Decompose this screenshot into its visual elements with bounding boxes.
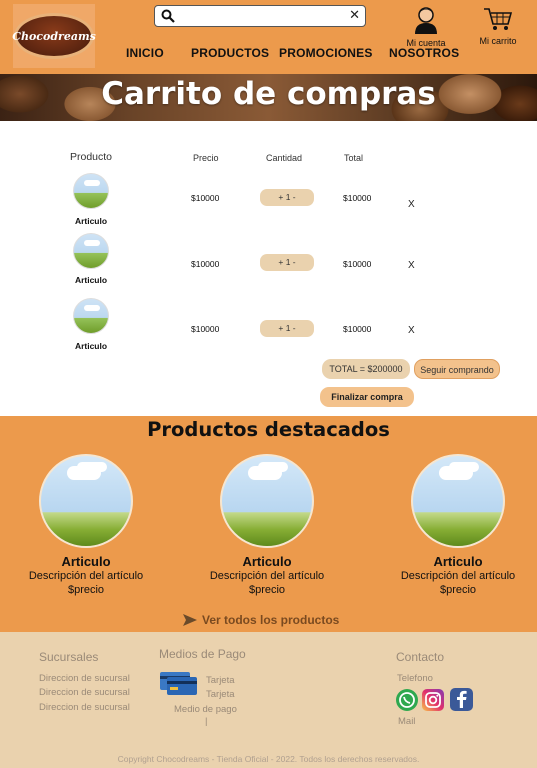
cart-button[interactable]: Mi carrito	[476, 6, 520, 46]
see-all-products-link[interactable]: Ver todos los productos	[182, 613, 339, 627]
branch-address[interactable]: Direccion de sucursal	[39, 673, 130, 684]
product-image	[411, 454, 505, 548]
product-card[interactable]: Articulo Descripción del artículo $preci…	[388, 454, 528, 596]
product-card[interactable]: Articulo Descripción del artículo $preci…	[197, 454, 337, 596]
product-description: Descripción del artículo	[400, 570, 516, 582]
cart-label: Mi carrito	[479, 36, 517, 46]
contact-mail[interactable]: Mail	[398, 716, 415, 727]
account-button[interactable]: Mi cuenta	[404, 6, 448, 48]
product-image	[220, 454, 314, 548]
remove-item-button[interactable]: X	[408, 199, 415, 210]
product-price: $precio	[248, 584, 286, 596]
continue-shopping-button[interactable]: Seguir comprando	[414, 359, 500, 379]
row-price: $10000	[191, 259, 220, 269]
nav-promociones[interactable]: PROMOCIONES	[279, 46, 373, 60]
quantity-stepper[interactable]: + 1 -	[260, 254, 314, 271]
header-quantity: Cantidad	[266, 153, 303, 163]
nav-nosotros[interactable]: NOSOTROS	[389, 46, 459, 60]
product-image	[73, 173, 109, 209]
featured-products: Productos destacados Articulo Descripció…	[0, 416, 537, 632]
product-name: Articulo	[433, 554, 483, 569]
search-bar: ✕	[154, 5, 366, 27]
payment-method: |	[205, 716, 208, 727]
row-total: $10000	[343, 193, 372, 203]
brand-logo[interactable]: Chocodreams	[12, 4, 96, 68]
quantity-stepper[interactable]: + 1 -	[260, 189, 314, 206]
arrow-right-icon	[183, 614, 197, 626]
branches-title: Sucursales	[39, 650, 99, 664]
contact-phone[interactable]: Telefono	[397, 673, 433, 684]
checkout-button[interactable]: Finalizar compra	[320, 387, 414, 407]
see-all-label: Ver todos los productos	[202, 613, 340, 627]
contact-title: Contacto	[396, 650, 445, 664]
copyright-text: Copyright Chocodreams - Tienda Oficial -…	[117, 754, 420, 764]
whatsapp-icon[interactable]	[396, 689, 418, 711]
shopping-cart-icon	[484, 8, 513, 30]
row-total: $10000	[343, 324, 372, 334]
cart-total: TOTAL = $200000	[322, 359, 410, 379]
cart-table: Producto Precio Cantidad Total Articulo …	[0, 121, 537, 416]
product-card[interactable]: Articulo Descripción del artículo $preci…	[16, 454, 156, 596]
branch-address[interactable]: Direccion de sucursal	[39, 687, 130, 698]
product-name: Articulo	[74, 341, 108, 351]
payment-method: Medio de pago	[174, 704, 237, 715]
logo-badge: Chocodreams	[12, 13, 96, 59]
header-price: Precio	[193, 153, 219, 163]
product-name: Articulo	[74, 216, 108, 226]
facebook-icon[interactable]	[450, 688, 473, 711]
product-name: Articulo	[242, 554, 292, 569]
search-icon[interactable]	[161, 9, 175, 23]
nav-productos[interactable]: PRODUCTOS	[191, 46, 269, 60]
payment-title: Medios de Pago	[159, 647, 246, 661]
nav-inicio[interactable]: INICIO	[126, 46, 164, 60]
header-product: Producto	[70, 151, 113, 163]
featured-title: Productos destacados	[147, 418, 390, 441]
credit-card-icon	[160, 672, 197, 695]
product-image	[73, 298, 109, 334]
clear-search-icon[interactable]: ✕	[349, 8, 360, 23]
product-image	[73, 233, 109, 269]
payment-method: Tarjeta	[206, 675, 235, 686]
logo-text: Chocodreams	[12, 29, 96, 43]
page-banner: Carrito de compras	[0, 74, 537, 121]
header-total: Total	[344, 153, 364, 163]
row-price: $10000	[191, 193, 220, 203]
branch-address[interactable]: Direccion de sucursal	[39, 702, 130, 713]
product-description: Descripción del artículo	[28, 570, 144, 582]
account-label: Mi cuenta	[406, 38, 446, 48]
site-header: Chocodreams ✕ INICIO PRODUCTOS PROMOCION…	[0, 0, 537, 74]
page-title: Carrito de compras	[101, 76, 436, 112]
product-name: Articulo	[61, 554, 111, 569]
payment-method: Tarjeta	[206, 689, 235, 700]
row-price: $10000	[191, 324, 220, 334]
product-price: $precio	[439, 584, 477, 596]
remove-item-button[interactable]: X	[408, 260, 415, 271]
product-price: $precio	[67, 584, 105, 596]
product-image	[39, 454, 133, 548]
site-footer: Sucursales Direccion de sucursal Direcci…	[0, 632, 537, 768]
row-total: $10000	[343, 259, 372, 269]
user-icon	[415, 7, 437, 34]
instagram-icon[interactable]	[422, 689, 444, 711]
product-name: Articulo	[74, 275, 108, 285]
quantity-stepper[interactable]: + 1 -	[260, 320, 314, 337]
remove-item-button[interactable]: X	[408, 325, 415, 336]
product-description: Descripción del artículo	[209, 570, 325, 582]
search-input[interactable]	[181, 8, 341, 24]
